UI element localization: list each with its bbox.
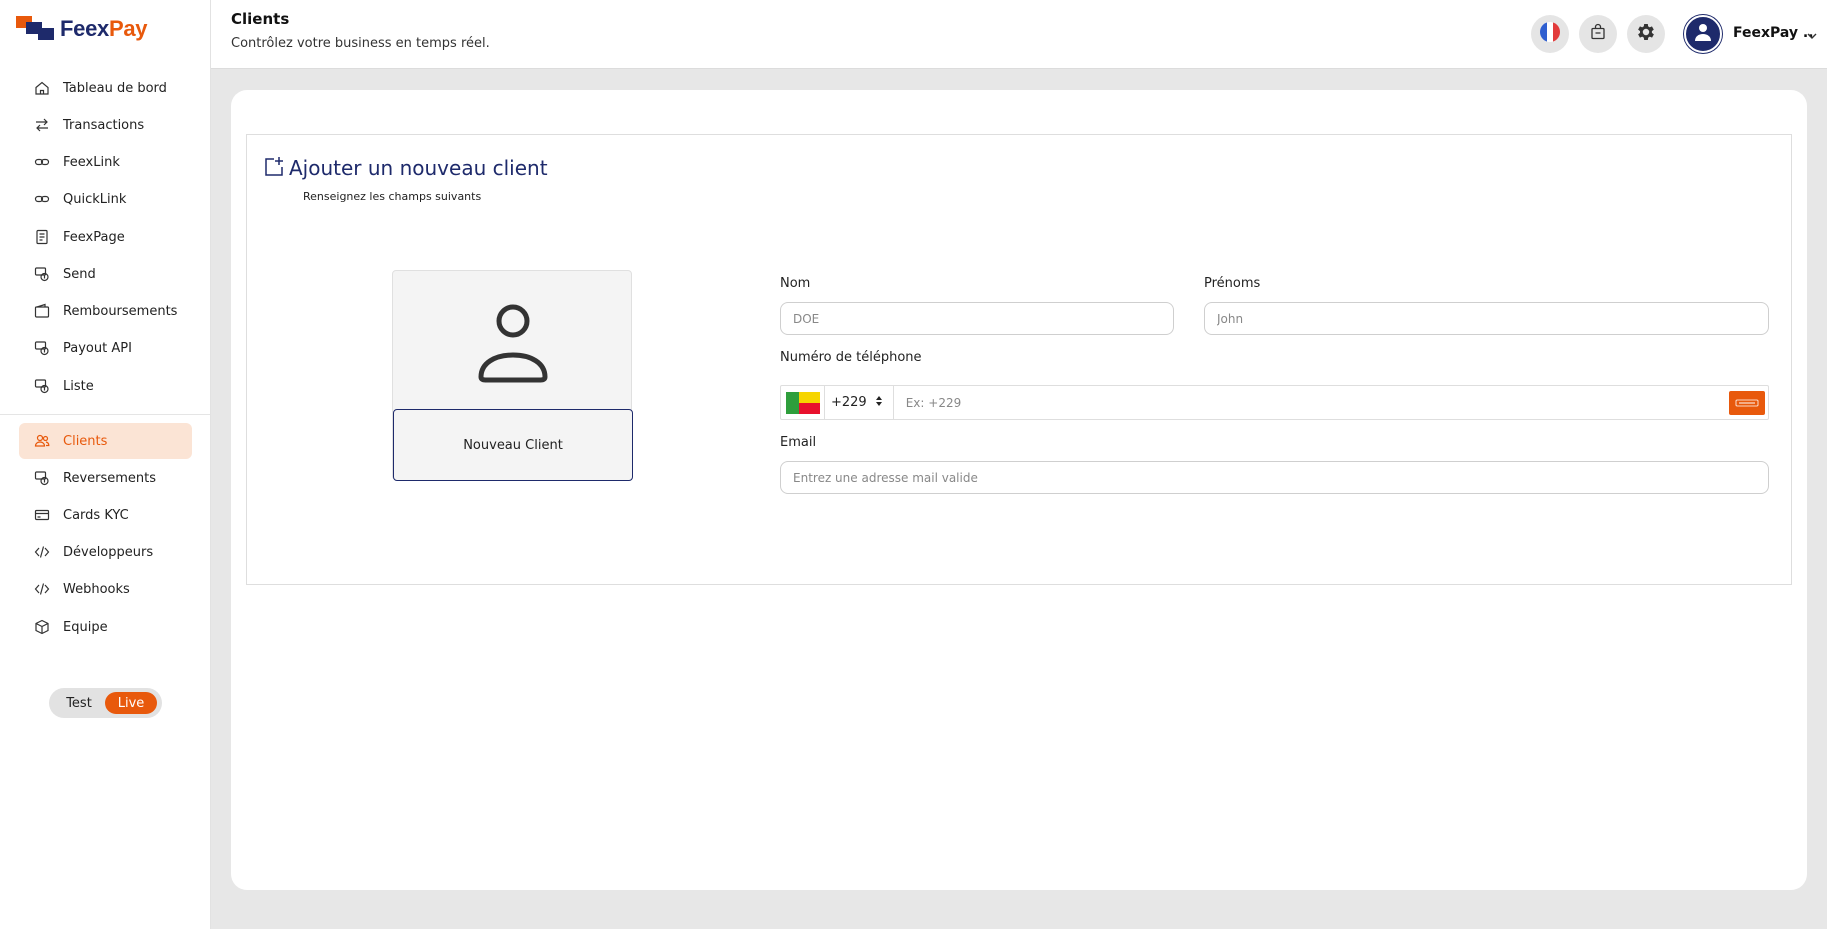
test-live-toggle[interactable]: Test Live — [49, 688, 162, 718]
sort-arrows-icon — [875, 395, 883, 411]
link-icon — [33, 190, 51, 208]
sidebar-item-label: Webhooks — [63, 581, 130, 597]
sidebar-item-remboursements[interactable]: Remboursements — [19, 293, 192, 329]
shopping-bag-icon — [1589, 23, 1607, 45]
phone-label: Numéro de téléphone — [780, 350, 922, 365]
sidebar-item-feexlink[interactable]: FeexLink — [19, 144, 192, 180]
settings-button[interactable] — [1627, 15, 1665, 53]
sidebar-item-tableau-de-bord[interactable]: Tableau de bord — [19, 70, 192, 106]
new-client-form: Ajouter un nouveau client Renseignez les… — [246, 134, 1792, 585]
box-icon — [33, 618, 51, 636]
top-header: Clients Contrôlez votre business en temp… — [211, 0, 1827, 69]
chevron-down-icon[interactable] — [1806, 27, 1818, 46]
main-content-card: Ajouter un nouveau client Renseignez les… — [231, 90, 1807, 890]
page-title: Clients — [231, 10, 290, 28]
sidebar-item-label: Payout API — [63, 340, 132, 356]
money-send-icon — [33, 265, 51, 283]
sidebar-item-label: Liste — [63, 378, 94, 394]
sidebar-item-cards-kyc[interactable]: Cards KYC — [19, 497, 192, 533]
sidebar-item-label: Remboursements — [63, 303, 178, 319]
client-photo-box[interactable]: Nouveau Client — [392, 270, 633, 481]
sidebar: FeexPay Tableau de bord Transactions Fee… — [0, 0, 211, 929]
email-label: Email — [780, 435, 817, 450]
toggle-live-label[interactable]: Live — [105, 692, 157, 714]
sidebar-item-equipe[interactable]: Equipe — [19, 609, 192, 645]
page-icon — [33, 228, 51, 246]
nom-input[interactable] — [780, 302, 1174, 335]
phone-field: +229 — [780, 385, 1769, 420]
card-icon — [33, 506, 51, 524]
code-icon — [33, 580, 51, 598]
sidebar-item-webhooks[interactable]: Webhooks — [19, 571, 192, 607]
sidebar-item-label: FeexLink — [63, 154, 120, 170]
sidebar-item-label: Cards KYC — [63, 507, 129, 523]
dial-code-value: +229 — [831, 395, 867, 410]
sidebar-item-label: Développeurs — [63, 544, 154, 560]
add-square-icon — [263, 156, 285, 182]
user-avatar[interactable] — [1684, 15, 1722, 53]
logo-mark-icon — [16, 16, 56, 42]
wallet-icon — [33, 302, 51, 320]
gear-icon — [1635, 21, 1657, 47]
money-send-icon — [33, 469, 51, 487]
sidebar-item-label: Reversements — [63, 470, 157, 486]
new-client-button[interactable]: Nouveau Client — [393, 409, 633, 481]
shop-button[interactable] — [1579, 15, 1617, 53]
home-icon — [33, 79, 51, 97]
money-send-icon — [33, 377, 51, 395]
language-button[interactable] — [1531, 15, 1569, 53]
sidebar-item-quicklink[interactable]: QuickLink — [19, 181, 192, 217]
page-subtitle: Contrôlez votre business en temps réel. — [231, 36, 490, 51]
form-subtitle: Renseignez les champs suivants — [303, 190, 482, 203]
sidebar-item-label: QuickLink — [63, 191, 127, 207]
sidebar-item-label: Tableau de bord — [63, 80, 167, 96]
transfer-icon — [33, 116, 51, 134]
sidebar-item-label: Send — [63, 266, 96, 282]
sidebar-item-label: Transactions — [63, 117, 145, 133]
nom-label: Nom — [780, 276, 811, 291]
toggle-test-label[interactable]: Test — [53, 696, 105, 711]
link-icon — [33, 153, 51, 171]
logo-text: FeexPay — [60, 16, 148, 42]
france-flag-icon — [1539, 21, 1561, 47]
sidebar-item-developpeurs[interactable]: Développeurs — [19, 534, 192, 570]
user-avatar-icon — [1692, 21, 1714, 47]
user-name[interactable]: FeexPay .. — [1733, 25, 1814, 41]
prenoms-input[interactable] — [1204, 302, 1769, 335]
sidebar-item-label: Clients — [63, 433, 108, 449]
prenoms-label: Prénoms — [1204, 276, 1261, 291]
sidebar-item-payout-api[interactable]: Payout API — [19, 330, 192, 366]
users-icon — [33, 432, 51, 450]
code-icon — [33, 543, 51, 561]
user-placeholder-icon — [473, 303, 553, 387]
logo-text-feex: Feex — [60, 16, 109, 41]
dial-code-select[interactable]: +229 — [824, 386, 894, 419]
sidebar-item-liste[interactable]: Liste — [19, 368, 192, 404]
sidebar-item-clients[interactable]: Clients — [19, 423, 192, 459]
logo-text-pay: Pay — [108, 16, 148, 41]
benin-flag-icon — [786, 391, 820, 414]
sidebar-item-transactions[interactable]: Transactions — [19, 107, 192, 143]
sidebar-item-reversements[interactable]: Reversements — [19, 460, 192, 496]
phone-input[interactable] — [893, 386, 1729, 419]
sidebar-item-feexpage[interactable]: FeexPage — [19, 219, 192, 255]
mobile-operator-icon — [1729, 390, 1765, 415]
sidebar-item-send[interactable]: Send — [19, 256, 192, 292]
feexpay-logo[interactable]: FeexPay — [16, 16, 148, 42]
sidebar-divider — [0, 414, 210, 415]
sidebar-item-label: Equipe — [63, 619, 108, 635]
form-title: Ajouter un nouveau client — [289, 156, 548, 180]
money-send-icon — [33, 339, 51, 357]
sidebar-item-label: FeexPage — [63, 229, 125, 245]
email-input[interactable] — [780, 461, 1769, 494]
